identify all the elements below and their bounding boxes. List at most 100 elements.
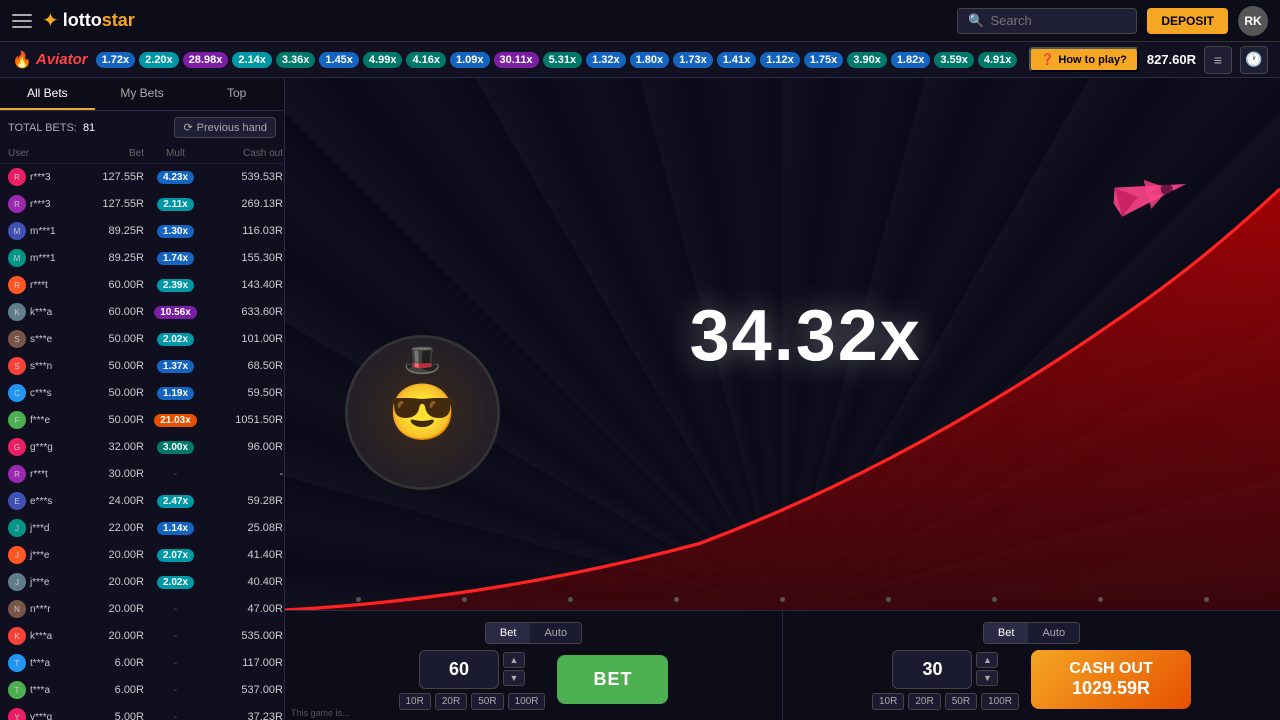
amount-down-1[interactable]: ▼ xyxy=(503,670,525,686)
multiplier-badge[interactable]: 1.82x xyxy=(891,52,931,68)
quick-20-1[interactable]: 20R xyxy=(435,693,467,710)
left-panel: All Bets My Bets Top TOTAL BETS: 81 ⟳ Pr… xyxy=(0,78,285,720)
multiplier-badge[interactable]: 2.14x xyxy=(232,52,272,68)
bet-amount: 22.00R xyxy=(68,522,148,534)
multiplier-badge[interactable]: 1.09x xyxy=(450,52,490,68)
table-row: Tt***a6.00R-537.00R xyxy=(0,677,284,704)
quick-20-2[interactable]: 20R xyxy=(908,693,940,710)
multiplier-badge[interactable]: 5.31x xyxy=(543,52,583,68)
multiplier-badge[interactable]: 2.20x xyxy=(139,52,179,68)
bet-amount: 24.00R xyxy=(68,495,148,507)
avatar: T xyxy=(8,681,26,699)
username: e***s xyxy=(30,496,52,507)
user-cell: Nn***r xyxy=(8,600,68,618)
settings-button[interactable]: ≡ xyxy=(1204,46,1232,74)
multiplier-badge[interactable]: 4.16x xyxy=(406,52,446,68)
username: r***t xyxy=(30,280,48,291)
multiplier-badge[interactable]: 1.72x xyxy=(96,52,136,68)
bet-amount: 20.00R xyxy=(68,630,148,642)
prev-hand-button[interactable]: ⟳ Previous hand xyxy=(174,117,276,138)
amount-down-2[interactable]: ▼ xyxy=(976,670,998,686)
clock-button[interactable]: 🕐 xyxy=(1240,46,1268,74)
multiplier-cell: 4.23x xyxy=(148,171,203,184)
total-bets-label: TOTAL BETS: 81 xyxy=(8,122,95,134)
bet-tab-1[interactable]: Bet xyxy=(486,623,531,643)
search-box[interactable]: 🔍 xyxy=(957,8,1137,34)
top-navigation: ✦ lottostar 🔍 DEPOSIT RK xyxy=(0,0,1280,42)
quick-100-2[interactable]: 100R xyxy=(981,693,1019,710)
amount-up-1[interactable]: ▲ xyxy=(503,652,525,668)
bets-header: TOTAL BETS: 81 ⟳ Previous hand xyxy=(0,111,284,144)
how-to-play-button[interactable]: ❓ How to play? xyxy=(1029,47,1139,72)
cashout-amount: 535.00R xyxy=(203,630,283,642)
user-cell: Cc***s xyxy=(8,384,68,402)
multiplier-badge[interactable]: 30.11x xyxy=(494,52,539,68)
how-to-play-label: How to play? xyxy=(1058,54,1126,66)
multiplier-badge[interactable]: 1.75x xyxy=(804,52,844,68)
multiplier-badge[interactable]: 1.32x xyxy=(586,52,626,68)
table-row: Ff***e50.00R21.03x1051.50R xyxy=(0,407,284,434)
auto-tab-2[interactable]: Auto xyxy=(1028,623,1079,643)
user-cell: Ss***n xyxy=(8,357,68,375)
quick-10-2[interactable]: 10R xyxy=(872,693,904,710)
multiplier-badge[interactable]: 3.59x xyxy=(934,52,974,68)
axis-dot xyxy=(674,597,679,602)
quick-100-1[interactable]: 100R xyxy=(508,693,546,710)
multiplier-badge[interactable]: 4.99x xyxy=(363,52,403,68)
bet-amount-1[interactable]: 60 xyxy=(419,650,499,689)
multiplier-badge[interactable]: 28.98x xyxy=(183,52,229,68)
table-row: Gg***g32.00R3.00x96.00R xyxy=(0,434,284,461)
cashout-amount: 116.03R xyxy=(203,225,283,237)
quick-50-2[interactable]: 50R xyxy=(945,693,977,710)
quick-50-1[interactable]: 50R xyxy=(471,693,503,710)
multiplier-badge[interactable]: 3.90x xyxy=(847,52,887,68)
quick-amounts-1: 10R 20R 50R 100R xyxy=(399,693,546,710)
user-avatar[interactable]: RK xyxy=(1238,6,1268,36)
table-row: Kk***a20.00R-535.00R xyxy=(0,623,284,650)
bet-tab-2[interactable]: Bet xyxy=(984,623,1029,643)
multiplier-badge[interactable]: 1.41x xyxy=(717,52,757,68)
multiplier-badge[interactable]: 3.36x xyxy=(276,52,316,68)
multiplier-badge[interactable]: 1.12x xyxy=(760,52,800,68)
avatar: R xyxy=(8,195,26,213)
multiplier-badge[interactable]: 4.91x xyxy=(978,52,1018,68)
cash-out-label: CASH OUT xyxy=(1055,660,1167,678)
avatar: J xyxy=(8,519,26,537)
cash-out-button[interactable]: CASH OUT 1029.59R xyxy=(1031,650,1191,709)
tab-top[interactable]: Top xyxy=(189,78,284,110)
bet-panel-2: Bet Auto 30 ▲ ▼ 10R xyxy=(783,611,1280,720)
avatar: N xyxy=(8,600,26,618)
multiplier-cell: - xyxy=(148,468,203,480)
avatar: S xyxy=(8,330,26,348)
multiplier-badge[interactable]: 1.73x xyxy=(673,52,713,68)
tab-my-bets[interactable]: My Bets xyxy=(95,78,190,110)
cashout-amount: 537.00R xyxy=(203,684,283,696)
auto-tab-1[interactable]: Auto xyxy=(530,623,581,643)
username: g***g xyxy=(30,442,53,453)
username: f***e xyxy=(30,415,50,426)
site-logo[interactable]: ✦ lottostar xyxy=(42,8,135,33)
multiplier-cell: 1.37x xyxy=(148,360,203,373)
tab-all-bets[interactable]: All Bets xyxy=(0,78,95,110)
user-cell: Rr***3 xyxy=(8,195,68,213)
table-row: Rr***t60.00R2.39x143.40R xyxy=(0,272,284,299)
bet-amount-2[interactable]: 30 xyxy=(892,650,972,689)
quick-10-1[interactable]: 10R xyxy=(399,693,431,710)
table-row: Rr***3127.55R4.23x539.53R xyxy=(0,164,284,191)
deposit-button[interactable]: DEPOSIT xyxy=(1147,8,1228,34)
amount-up-2[interactable]: ▲ xyxy=(976,652,998,668)
disclaimer: This game is... xyxy=(285,706,356,720)
multiplier-pill: 2.11x xyxy=(157,198,193,211)
game-canvas: 34.32x 😎 🎩 xyxy=(285,78,1280,610)
multiplier-badge[interactable]: 1.45x xyxy=(319,52,359,68)
main-content: All Bets My Bets Top TOTAL BETS: 81 ⟳ Pr… xyxy=(0,78,1280,720)
bet-button-1[interactable]: BET xyxy=(557,655,668,704)
right-controls: ❓ How to play? 827.60R ≡ 🕐 xyxy=(1029,46,1268,74)
multiplier-badge[interactable]: 1.80x xyxy=(630,52,670,68)
hamburger-menu[interactable] xyxy=(12,14,32,28)
username: m***1 xyxy=(30,226,56,237)
search-input[interactable] xyxy=(991,13,1131,28)
axis-dot xyxy=(992,597,997,602)
bet-amount: 89.25R xyxy=(68,252,148,264)
axis-dot xyxy=(1098,597,1103,602)
